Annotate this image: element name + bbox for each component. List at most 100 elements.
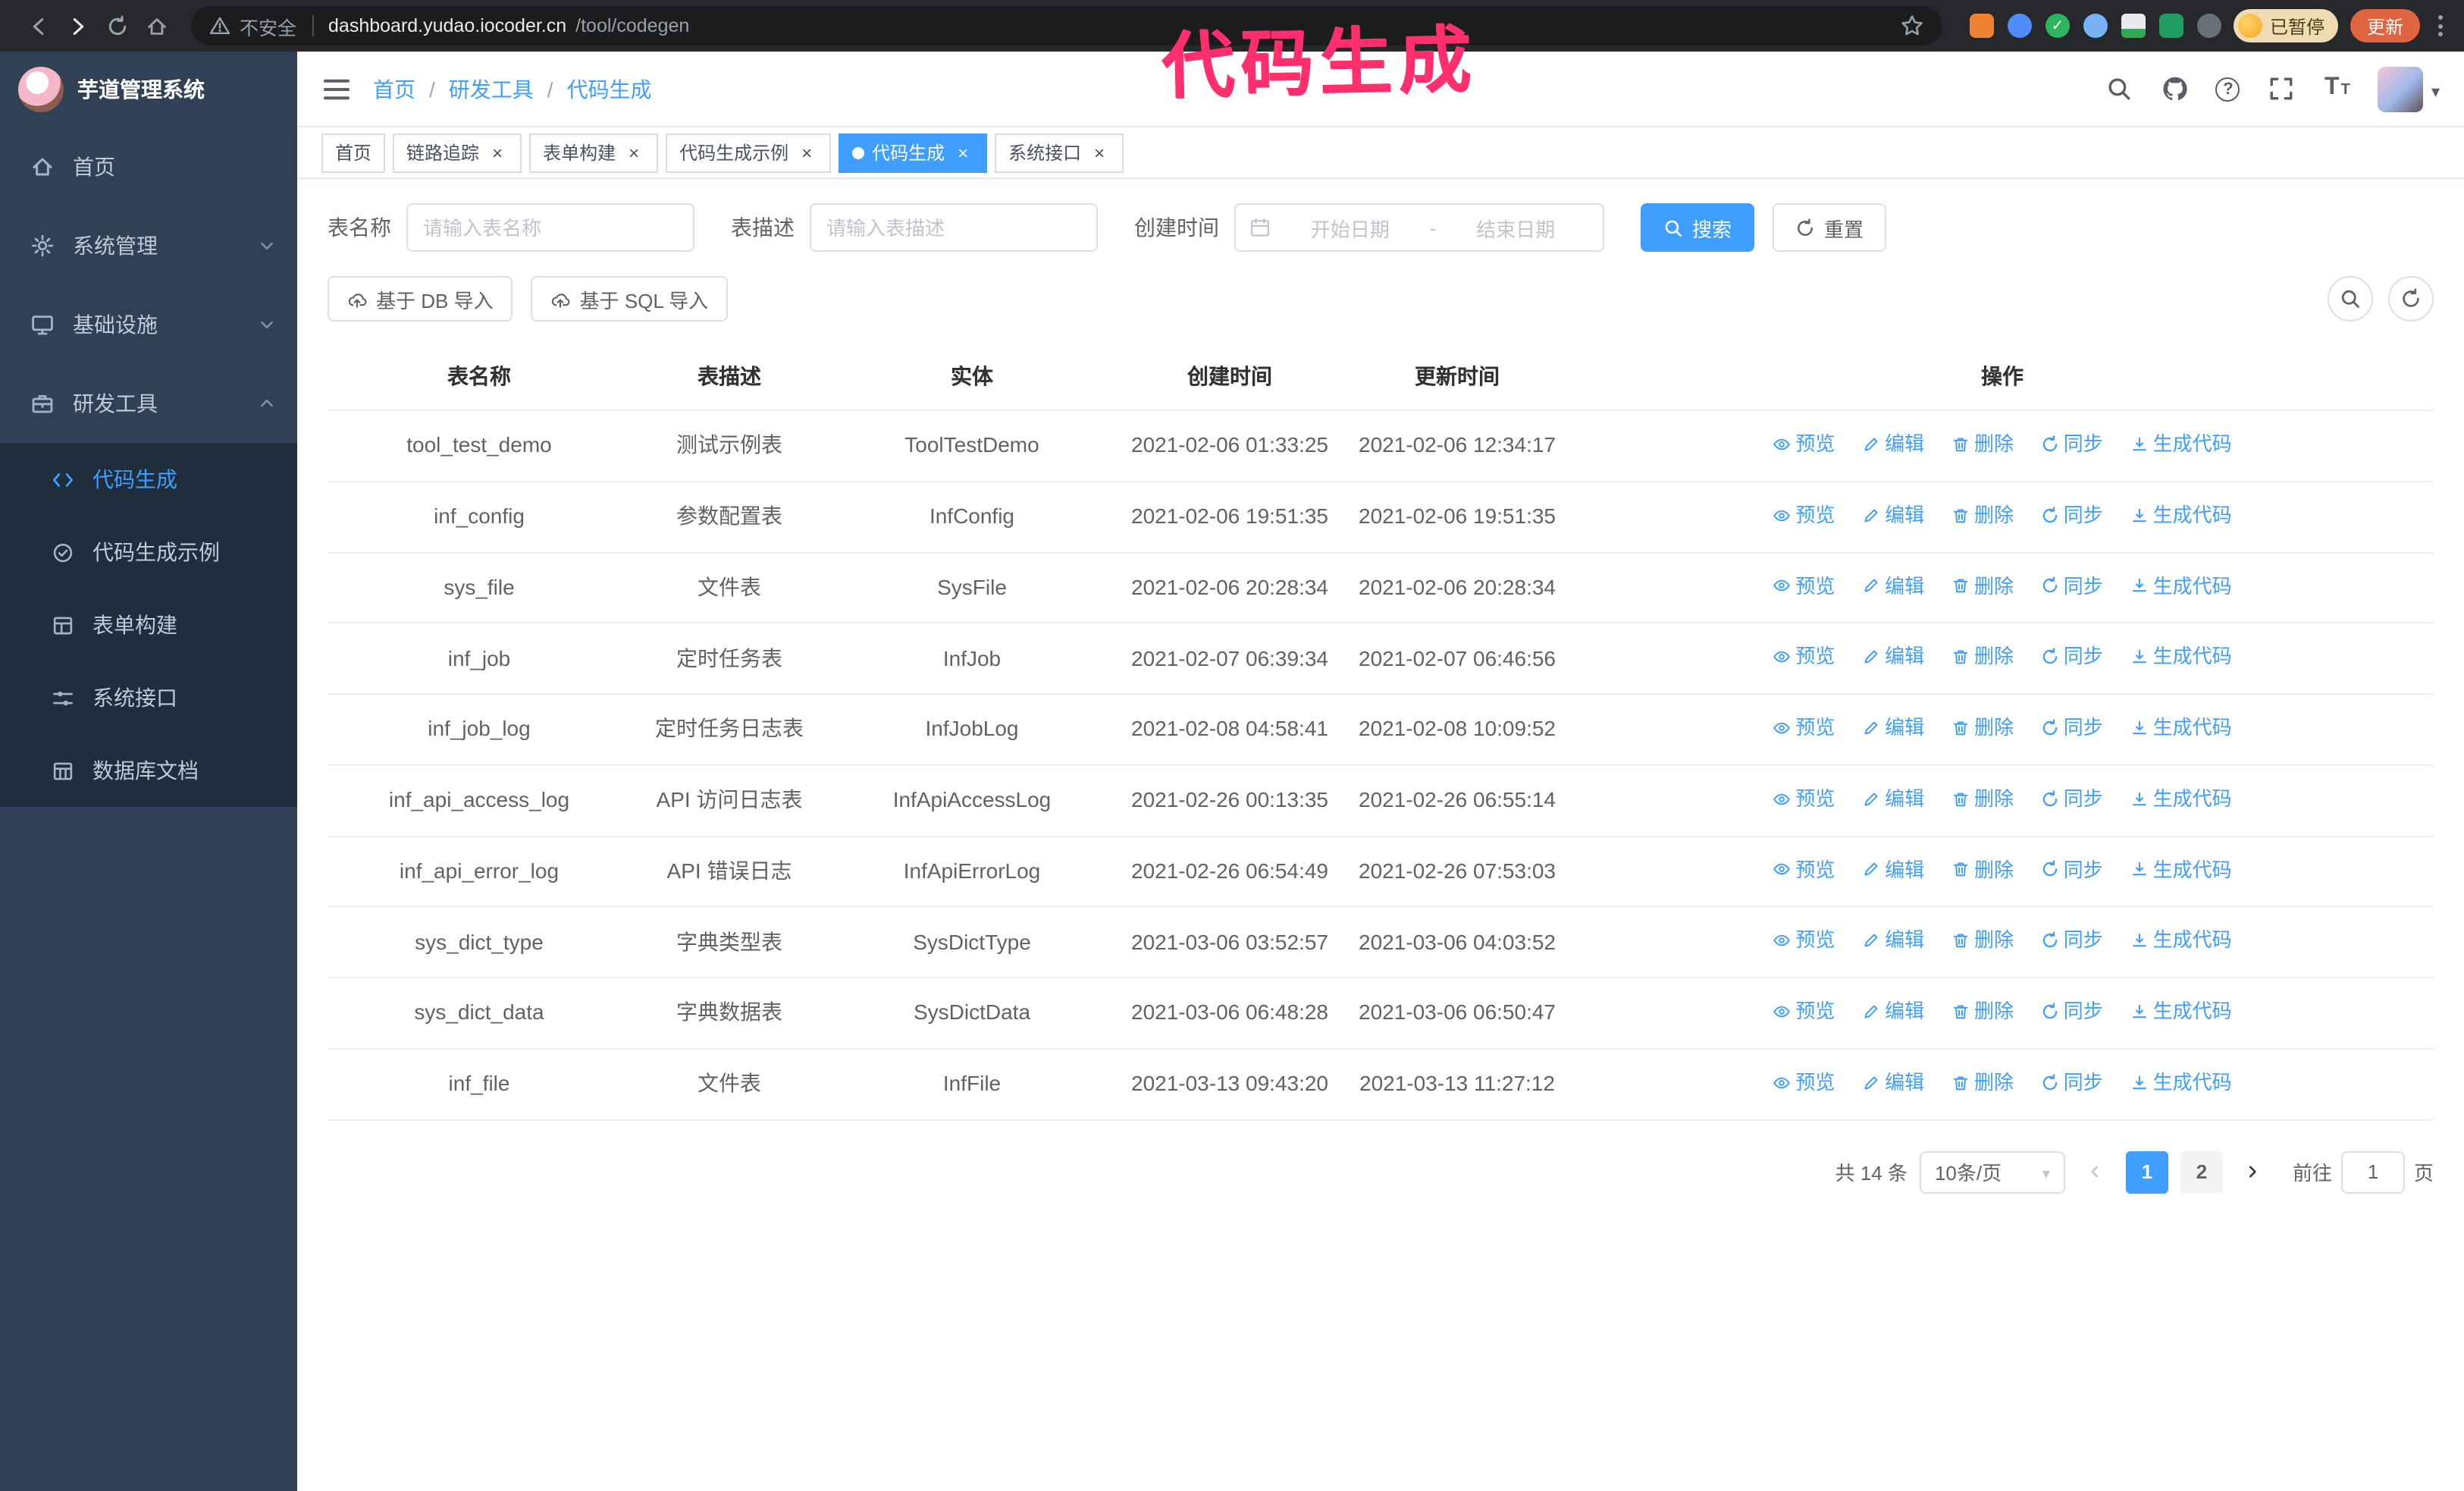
tab-home[interactable]: 首页 <box>321 133 386 172</box>
sidebar-subitem-db-doc[interactable]: 数据库文档 <box>0 734 297 807</box>
edit-link[interactable]: 编辑 <box>1862 429 1924 459</box>
sidebar-subitem-form-builder[interactable]: 表单构建 <box>0 589 297 661</box>
sidebar-item-devtools[interactable]: 研发工具 <box>0 364 297 443</box>
delete-link[interactable]: 删除 <box>1951 855 2014 884</box>
tab-form-builder[interactable]: 表单构建 <box>529 133 659 172</box>
profile-paused-badge[interactable]: 已暂停 <box>2233 9 2338 42</box>
sync-link[interactable]: 同步 <box>2041 429 2103 459</box>
address-bar[interactable]: 不安全 dashboard.yudao.iocoder.cn/tool/code… <box>191 6 1942 46</box>
delete-link[interactable]: 删除 <box>1951 713 2014 742</box>
date-range-picker[interactable]: 开始日期 - 结束日期 <box>1234 203 1604 252</box>
close-icon[interactable] <box>796 142 817 163</box>
import-sql-button[interactable]: 基于 SQL 导入 <box>531 276 729 322</box>
extension-icon[interactable] <box>2083 14 2108 38</box>
sync-link[interactable]: 同步 <box>2041 571 2103 601</box>
extension-icon[interactable] <box>2121 14 2146 38</box>
browser-back-icon[interactable] <box>18 6 58 46</box>
extension-icon[interactable] <box>2158 14 2183 38</box>
generate-code-link[interactable]: 生成代码 <box>2130 571 2232 601</box>
browser-forward-icon[interactable] <box>58 6 97 46</box>
preview-link[interactable]: 预览 <box>1773 713 1835 742</box>
search-button[interactable]: 搜索 <box>1641 203 1755 252</box>
generate-code-link[interactable]: 生成代码 <box>2130 855 2232 884</box>
delete-link[interactable]: 删除 <box>1951 926 2014 956</box>
preview-link[interactable]: 预览 <box>1773 1068 1835 1097</box>
toggle-search-button[interactable] <box>2328 276 2373 322</box>
browser-reload-icon[interactable] <box>97 6 136 46</box>
sidebar-item-home[interactable]: 首页 <box>0 127 297 206</box>
delete-link[interactable]: 删除 <box>1951 571 2014 601</box>
preview-link[interactable]: 预览 <box>1773 429 1835 459</box>
extension-icon[interactable] <box>2007 14 2032 38</box>
delete-link[interactable]: 删除 <box>1951 429 2014 459</box>
sync-link[interactable]: 同步 <box>2041 855 2103 884</box>
generate-code-link[interactable]: 生成代码 <box>2130 501 2232 530</box>
generate-code-link[interactable]: 生成代码 <box>2130 713 2232 742</box>
page-size-select[interactable]: 10条/页 <box>1919 1150 2065 1193</box>
tab-trace[interactable]: 链路追踪 <box>393 133 522 172</box>
generate-code-link[interactable]: 生成代码 <box>2130 926 2232 956</box>
preview-link[interactable]: 预览 <box>1773 571 1835 601</box>
sync-link[interactable]: 同步 <box>2041 642 2103 672</box>
edit-link[interactable]: 编辑 <box>1862 713 1924 742</box>
sidebar-subitem-codegen-example[interactable]: 代码生成示例 <box>0 516 297 589</box>
edit-link[interactable]: 编辑 <box>1862 501 1924 530</box>
sync-link[interactable]: 同步 <box>2041 501 2103 530</box>
browser-home-icon[interactable] <box>136 6 176 46</box>
fullscreen-icon[interactable] <box>2266 74 2296 104</box>
prev-page-button[interactable] <box>2077 1150 2114 1193</box>
sidebar-subitem-system-api[interactable]: 系统接口 <box>0 661 297 734</box>
breadcrumb-devtools[interactable]: 研发工具 <box>449 74 534 104</box>
delete-link[interactable]: 删除 <box>1951 1068 2014 1097</box>
edit-link[interactable]: 编辑 <box>1862 997 1924 1026</box>
generate-code-link[interactable]: 生成代码 <box>2130 997 2232 1026</box>
tab-system-api[interactable]: 系统接口 <box>995 133 1124 172</box>
edit-link[interactable]: 编辑 <box>1862 642 1924 672</box>
sync-link[interactable]: 同步 <box>2041 1068 2103 1097</box>
preview-link[interactable]: 预览 <box>1773 784 1835 814</box>
reset-button[interactable]: 重置 <box>1773 203 1887 252</box>
sync-link[interactable]: 同步 <box>2041 926 2103 956</box>
goto-input[interactable] <box>2340 1150 2405 1193</box>
help-icon[interactable] <box>2215 77 2240 101</box>
browser-menu-icon[interactable] <box>2435 9 2446 42</box>
sync-link[interactable]: 同步 <box>2041 997 2103 1026</box>
extension-icon[interactable] <box>2196 14 2221 38</box>
generate-code-link[interactable]: 生成代码 <box>2130 429 2232 459</box>
delete-link[interactable]: 删除 <box>1951 501 2014 530</box>
sidebar-subitem-codegen[interactable]: 代码生成 <box>0 443 297 516</box>
generate-code-link[interactable]: 生成代码 <box>2130 642 2232 672</box>
sync-link[interactable]: 同步 <box>2041 713 2103 742</box>
close-icon[interactable] <box>952 142 973 163</box>
bookmark-star-icon[interactable] <box>1900 14 1924 38</box>
edit-link[interactable]: 编辑 <box>1862 1068 1924 1097</box>
close-icon[interactable] <box>623 142 644 163</box>
preview-link[interactable]: 预览 <box>1773 926 1835 956</box>
generate-code-link[interactable]: 生成代码 <box>2130 1068 2232 1097</box>
extension-icon[interactable] <box>2045 14 2070 38</box>
breadcrumb-home[interactable]: 首页 <box>373 74 415 104</box>
page-button-1[interactable]: 1 <box>2125 1150 2168 1193</box>
preview-link[interactable]: 预览 <box>1773 855 1835 884</box>
edit-link[interactable]: 编辑 <box>1862 926 1924 956</box>
preview-link[interactable]: 预览 <box>1773 642 1835 672</box>
font-size-icon[interactable] <box>2322 74 2353 104</box>
generate-code-link[interactable]: 生成代码 <box>2130 784 2232 814</box>
delete-link[interactable]: 删除 <box>1951 642 2014 672</box>
user-menu[interactable] <box>2378 66 2440 111</box>
page-button-2[interactable]: 2 <box>2180 1150 2223 1193</box>
extension-icon[interactable] <box>1969 14 1994 38</box>
preview-link[interactable]: 预览 <box>1773 997 1835 1026</box>
sidebar-toggle-icon[interactable] <box>321 74 352 104</box>
close-icon[interactable] <box>1089 142 1110 163</box>
table-desc-input[interactable] <box>810 203 1098 252</box>
search-icon[interactable] <box>2104 74 2134 104</box>
edit-link[interactable]: 编辑 <box>1862 784 1924 814</box>
preview-link[interactable]: 预览 <box>1773 501 1835 530</box>
import-db-button[interactable]: 基于 DB 导入 <box>328 276 513 322</box>
refresh-table-button[interactable] <box>2388 276 2434 322</box>
table-name-input[interactable] <box>406 203 694 252</box>
next-page-button[interactable] <box>2235 1150 2271 1193</box>
chrome-update-button[interactable]: 更新 <box>2350 9 2420 42</box>
edit-link[interactable]: 编辑 <box>1862 571 1924 601</box>
